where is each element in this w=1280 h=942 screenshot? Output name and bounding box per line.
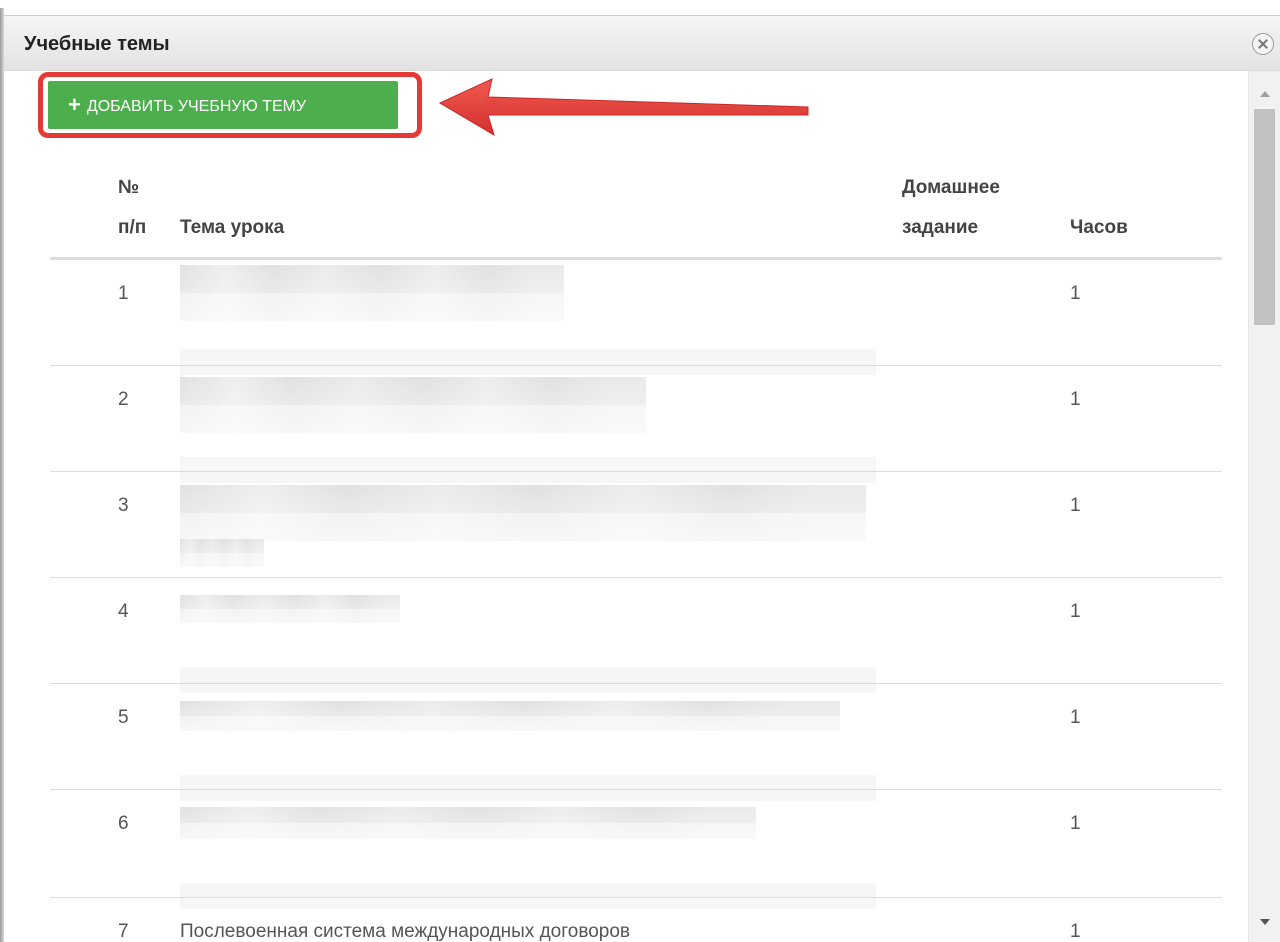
redacted-text <box>180 485 866 541</box>
dialog-title: Учебные темы <box>24 33 170 55</box>
row-divider <box>50 577 1222 578</box>
redacted-text <box>180 807 756 839</box>
redacted-text <box>180 701 840 731</box>
row-divider <box>50 897 1222 898</box>
header-hours[interactable]: Часов <box>1070 217 1128 239</box>
row-hours: 1 <box>1070 495 1081 516</box>
topics-dialog: Учебные темы + ДОБАВИТЬ УЧЕБНУЮ ТЕМУ № п/… <box>4 15 1280 942</box>
row-number: 7 <box>118 921 129 942</box>
scroll-up-arrow-icon[interactable] <box>1260 91 1270 97</box>
row-number: 3 <box>118 495 129 516</box>
close-icon[interactable] <box>1252 33 1274 55</box>
header-divider <box>50 257 1222 260</box>
row-divider <box>50 789 1222 790</box>
add-topic-button[interactable]: + ДОБАВИТЬ УЧЕБНУЮ ТЕМУ <box>48 81 398 129</box>
redacted-text <box>180 349 876 375</box>
dialog-content: + ДОБАВИТЬ УЧЕБНУЮ ТЕМУ № п/п Тема урока … <box>14 71 1248 942</box>
row-hours: 1 <box>1070 601 1081 622</box>
vertical-scrollbar[interactable] <box>1248 71 1280 942</box>
dialog-titlebar[interactable]: Учебные темы <box>4 15 1280 71</box>
scrollbar-thumb[interactable] <box>1254 109 1275 325</box>
row-hours: 1 <box>1070 389 1081 410</box>
redacted-text <box>180 667 876 693</box>
row-number: 2 <box>118 389 129 410</box>
redacted-text <box>180 539 264 567</box>
redacted-text <box>180 775 876 801</box>
add-topic-button-label: ДОБАВИТЬ УЧЕБНУЮ ТЕМУ <box>86 98 307 115</box>
header-homework-line2[interactable]: задание <box>902 217 978 239</box>
plus-icon: + <box>68 92 81 117</box>
row-hours: 1 <box>1070 921 1081 942</box>
redacted-text <box>180 457 876 483</box>
redacted-text <box>180 883 876 909</box>
row-topic: Послевоенная система международных догов… <box>180 921 630 942</box>
redacted-text <box>180 595 400 623</box>
row-number: 6 <box>118 813 129 834</box>
scroll-down-arrow-icon[interactable] <box>1260 919 1270 925</box>
row-divider <box>50 683 1222 684</box>
row-number: 5 <box>118 707 129 728</box>
row-number: 4 <box>118 601 129 622</box>
row-hours: 1 <box>1070 283 1081 304</box>
row-divider <box>50 471 1222 472</box>
row-number: 1 <box>118 283 129 304</box>
redacted-text <box>180 377 646 433</box>
header-homework-line1: Домашнее <box>902 177 1000 198</box>
row-divider <box>50 365 1222 366</box>
redacted-text <box>180 265 564 321</box>
row-hours: 1 <box>1070 813 1081 834</box>
pointer-arrow-icon <box>438 78 809 137</box>
header-num-line1: № <box>118 177 140 198</box>
header-topic[interactable]: Тема урока <box>180 217 284 239</box>
row-hours: 1 <box>1070 707 1081 728</box>
header-num-line2: п/п <box>118 217 147 238</box>
